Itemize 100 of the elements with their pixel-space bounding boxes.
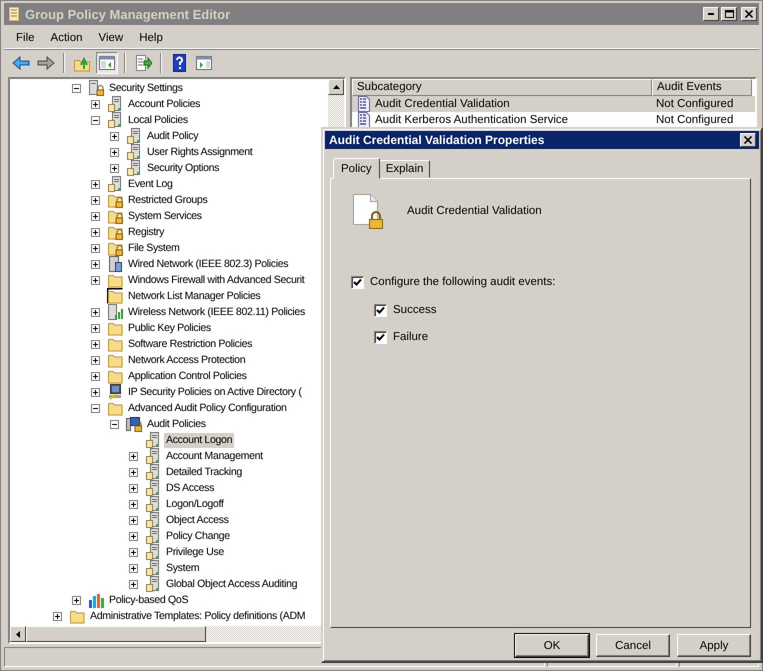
checkbox[interactable] (374, 304, 387, 316)
expand-icon[interactable] (129, 484, 138, 492)
menu-item[interactable]: Action (42, 32, 90, 44)
tree-item[interactable]: Local Policies (126, 112, 190, 128)
checkbox[interactable] (351, 276, 364, 288)
expand-icon[interactable] (110, 132, 119, 140)
list-row[interactable]: Audit Kerberos Authentication Service Not Configured (352, 112, 755, 128)
tree-item[interactable]: Registry (126, 224, 166, 240)
close-button[interactable] (741, 7, 757, 21)
locked-monitor-icon (126, 416, 142, 432)
collapse-icon[interactable] (110, 420, 119, 428)
expand-icon[interactable] (110, 164, 119, 172)
tree-item[interactable]: Security Settings (107, 80, 185, 96)
tree-item[interactable]: Privilege Use (164, 544, 226, 560)
tree-item[interactable]: Windows Firewall with Advanced Securit (126, 272, 306, 288)
expand-icon[interactable] (91, 260, 100, 268)
expand-icon[interactable] (91, 324, 100, 332)
expand-icon[interactable] (91, 100, 100, 108)
tree-item[interactable]: Event Log (126, 176, 175, 192)
scrollbar-thumb[interactable] (26, 626, 206, 642)
expand-icon[interactable] (91, 372, 100, 380)
column-header[interactable]: Subcategory (352, 79, 652, 96)
tree-item[interactable]: Administrative Templates: Policy definitions (ADM (88, 608, 308, 624)
tree-item[interactable]: Application Control Policies (126, 368, 249, 384)
tree-item[interactable]: Account Management (164, 448, 265, 464)
expand-icon[interactable] (129, 580, 138, 588)
expand-icon[interactable] (91, 308, 100, 316)
expand-icon[interactable] (129, 516, 138, 524)
tree-item[interactable]: Account Policies (126, 96, 202, 112)
tree-item[interactable]: Global Object Access Auditing (164, 576, 300, 592)
column-header[interactable]: Audit Events (652, 79, 752, 96)
tree-item[interactable]: Restricted Groups (126, 192, 210, 208)
console-tree-button[interactable] (96, 52, 118, 74)
tree-item[interactable]: Public Key Policies (126, 320, 213, 336)
close-icon (745, 10, 753, 18)
expand-icon[interactable] (129, 548, 138, 556)
computer-key-icon (107, 384, 123, 400)
tree-item[interactable]: Security Options (145, 160, 222, 176)
expand-icon[interactable] (53, 612, 62, 620)
collapse-icon[interactable] (72, 84, 81, 92)
menu-item[interactable]: Help (131, 32, 171, 44)
tab[interactable]: Explain (378, 160, 430, 178)
tree-item[interactable]: Network Access Protection (126, 352, 248, 368)
tree-item[interactable]: Audit Policy (145, 128, 200, 144)
expand-icon[interactable] (91, 244, 100, 252)
tree-item[interactable]: System Services (126, 208, 204, 224)
tree-item[interactable]: System (164, 560, 202, 576)
server-icon (145, 464, 161, 480)
server-icon (126, 160, 142, 176)
scroll-up-button[interactable] (328, 79, 344, 95)
tree-item[interactable]: Wired Network (IEEE 802.3) Policies (126, 256, 290, 272)
dialog-button[interactable]: Cancel (596, 634, 670, 657)
tree-item[interactable]: Account Logon (164, 432, 234, 448)
dialog-button[interactable]: OK (515, 634, 589, 657)
checkbox-label: Configure the following audit events: (370, 276, 556, 288)
close-button[interactable] (740, 133, 756, 147)
tree-item[interactable]: User Rights Assignment (145, 144, 254, 160)
expand-icon[interactable] (91, 388, 100, 396)
tree-item[interactable]: Logon/Logoff (164, 496, 226, 512)
minimize-button[interactable] (703, 7, 719, 21)
tree-item[interactable]: Advanced Audit Policy Configuration (126, 400, 289, 416)
menu-item[interactable]: View (90, 32, 132, 44)
scroll-left-button[interactable] (10, 626, 26, 642)
expand-icon[interactable] (129, 468, 138, 476)
tree-item[interactable]: Network List Manager Policies (126, 288, 262, 304)
checkbox[interactable] (374, 330, 387, 344)
expand-icon[interactable] (91, 196, 100, 204)
tree-item[interactable]: Detailed Tracking (164, 464, 244, 480)
dialog-button[interactable]: Apply (677, 634, 751, 657)
bar-chart-icon (88, 592, 104, 608)
tree-item[interactable]: Audit Policies (145, 416, 208, 432)
tree-item[interactable]: Policy-based QoS (107, 592, 190, 608)
expand-icon[interactable] (129, 500, 138, 508)
tree-item[interactable]: Software Restriction Policies (126, 336, 254, 352)
maximize-button[interactable] (721, 7, 737, 21)
collapse-icon[interactable] (91, 404, 100, 412)
menu-item[interactable]: File (8, 32, 43, 44)
tree-item[interactable]: Wireless Network (IEEE 802.11) Policies (126, 304, 307, 320)
expand-icon[interactable] (129, 452, 138, 460)
list-row[interactable]: Audit Credential Validation Not Configured (352, 96, 755, 112)
expand-icon[interactable] (129, 564, 138, 572)
expand-icon[interactable] (91, 228, 100, 236)
tab[interactable]: Policy (333, 158, 380, 179)
expand-icon[interactable] (129, 532, 138, 540)
collapse-icon[interactable] (91, 116, 100, 124)
expand-icon[interactable] (110, 148, 119, 156)
folder-icon (107, 336, 123, 352)
export-list-icon (134, 54, 152, 72)
tree-item[interactable]: File System (126, 240, 182, 256)
tree-item[interactable]: DS Access (164, 480, 216, 496)
tree-item[interactable]: Object Access (164, 512, 231, 528)
tree-item[interactable]: Policy Change (164, 528, 232, 544)
expand-icon[interactable] (91, 276, 100, 284)
expand-icon[interactable] (72, 596, 81, 604)
expand-icon[interactable] (91, 212, 100, 220)
expand-icon[interactable] (91, 340, 100, 348)
locked-folder-icon (107, 224, 123, 240)
expand-icon[interactable] (91, 356, 100, 364)
expand-icon[interactable] (91, 180, 100, 188)
tree-item[interactable]: IP Security Policies on Active Directory ( (126, 384, 304, 400)
